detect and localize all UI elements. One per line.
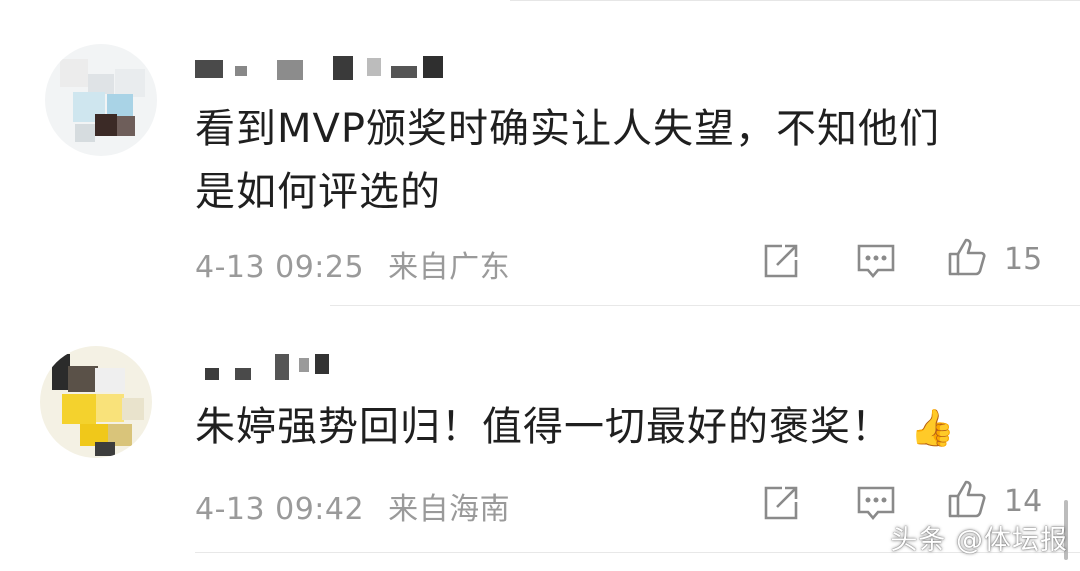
comment-location: 来自海南 (388, 492, 511, 527)
comment-text: 朱婷强势回归！值得一切最好的褒奖！ 👍 (195, 396, 956, 460)
comment-date: 4-13 09:25 (195, 250, 365, 285)
reply-button[interactable] (855, 240, 897, 282)
comment-item-1: 看到MVP颁奖时确实让人失望，不知他们 是如何评选的 4-13 09:25 来自… (0, 0, 1080, 305)
comment-meta: 4-13 09:42 来自海南 (195, 484, 524, 528)
share-icon (764, 244, 798, 278)
username-masked[interactable] (195, 354, 345, 380)
comment-text-line-2: 是如何评选的 (195, 169, 441, 215)
username-masked[interactable] (195, 56, 455, 82)
comment-meta: 4-13 09:25 来自广东 (195, 242, 524, 286)
share-icon (764, 486, 798, 520)
thumbs-up-icon (948, 238, 986, 276)
comment-text: 看到MVP颁奖时确实让人失望，不知他们 是如何评选的 (195, 98, 940, 224)
comment-list-page: 看到MVP颁奖时确实让人失望，不知他们 是如何评选的 4-13 09:25 来自… (0, 0, 1080, 571)
watermark-text: 头条 @体坛报 (890, 525, 1068, 556)
like-button[interactable] (946, 236, 988, 278)
share-button[interactable] (760, 482, 802, 524)
comment-location: 来自广东 (388, 250, 511, 285)
comment-item-2: 朱婷强势回归！值得一切最好的褒奖！ 👍 4-13 09:42 来自海南 14 (0, 306, 1080, 551)
thumbs-up-icon (948, 480, 986, 518)
like-button[interactable] (946, 478, 988, 520)
avatar[interactable] (40, 346, 152, 458)
like-count: 14 (1004, 484, 1043, 519)
comment-text-line-1: 朱婷强势回归！值得一切最好的褒奖！ (195, 404, 892, 450)
comment-date: 4-13 09:42 (195, 492, 365, 527)
share-button[interactable] (760, 240, 802, 282)
like-count: 15 (1004, 242, 1043, 277)
thumbs-up-emoji: 👍 (910, 408, 956, 449)
avatar[interactable] (45, 44, 157, 156)
comment-icon (857, 244, 895, 279)
comment-text-line-1: 看到MVP颁奖时确实让人失望，不知他们 (195, 106, 940, 152)
